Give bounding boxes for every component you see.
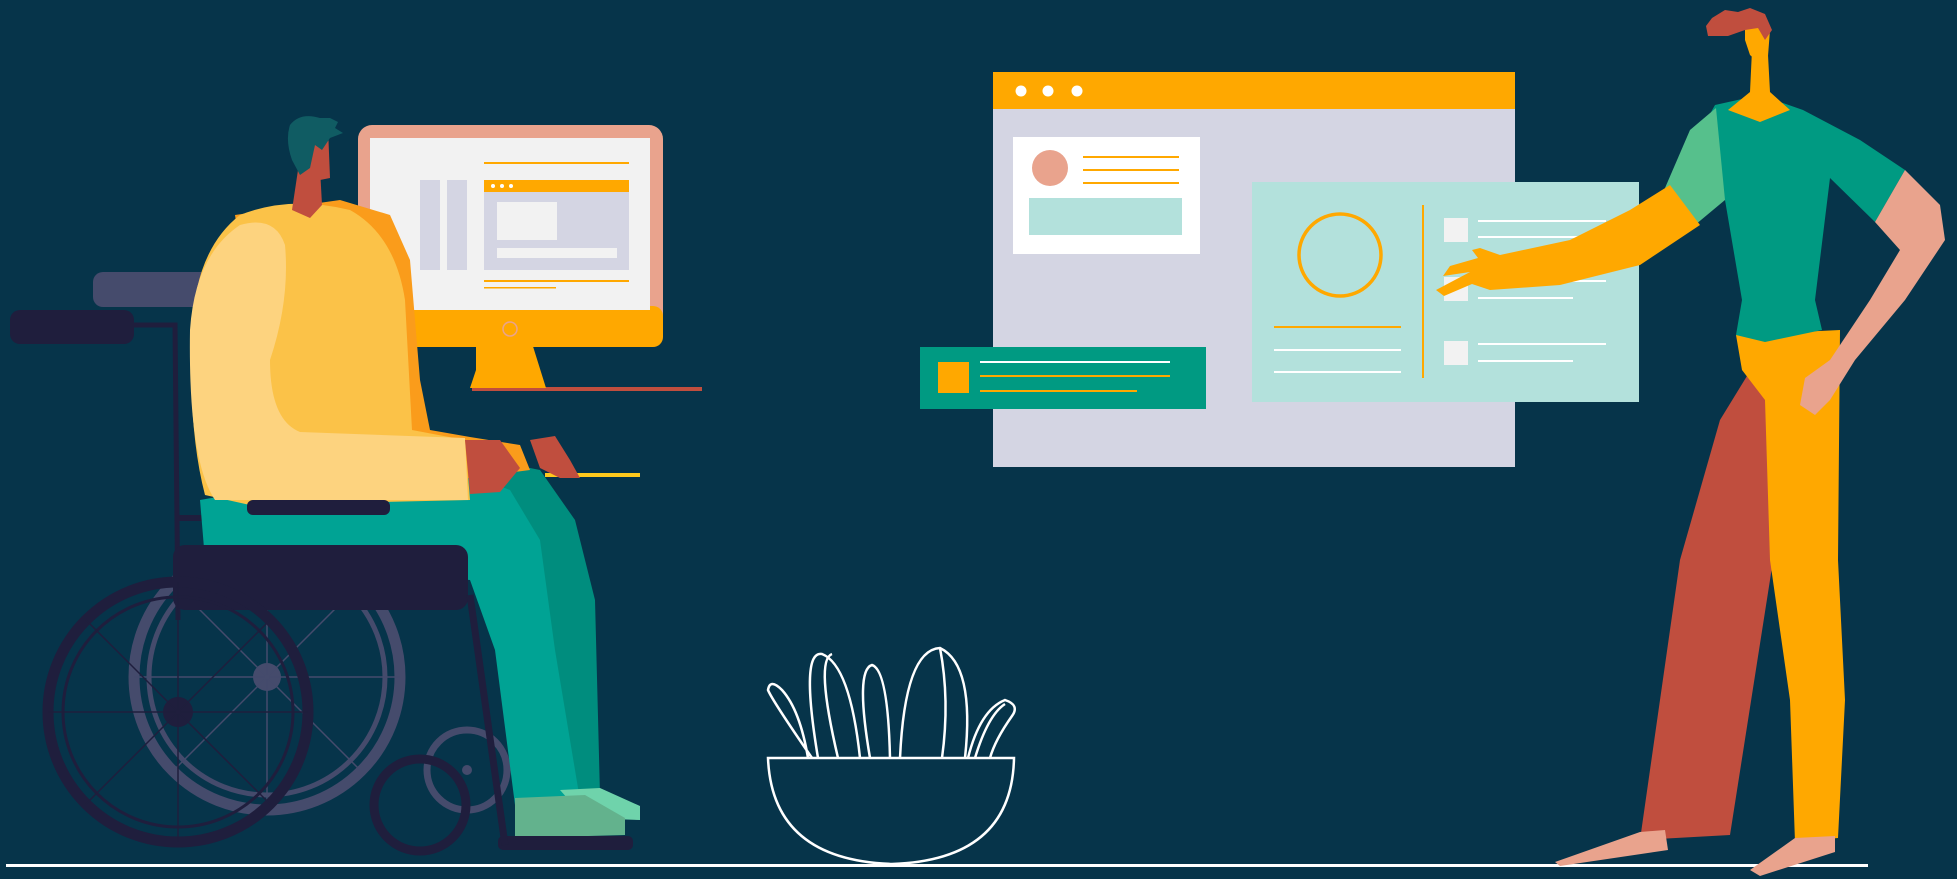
profile-card-bar [1029,198,1182,235]
divider [1422,205,1424,378]
seat-cushion [173,545,468,610]
checkbox-icon [1444,341,1468,365]
floor-line [6,864,1868,867]
square-icon [938,362,969,393]
armrest [247,500,390,515]
illustration-canvas [0,0,1957,879]
avatar-circle-icon [1032,150,1068,186]
monitor-chin [400,306,663,347]
dashboard-titlebar [993,72,1515,109]
profile-card [1013,137,1200,254]
footrest [498,836,633,850]
teal-card [920,347,1206,409]
handle-grip [10,310,134,344]
checkbox-icon [1444,218,1468,242]
